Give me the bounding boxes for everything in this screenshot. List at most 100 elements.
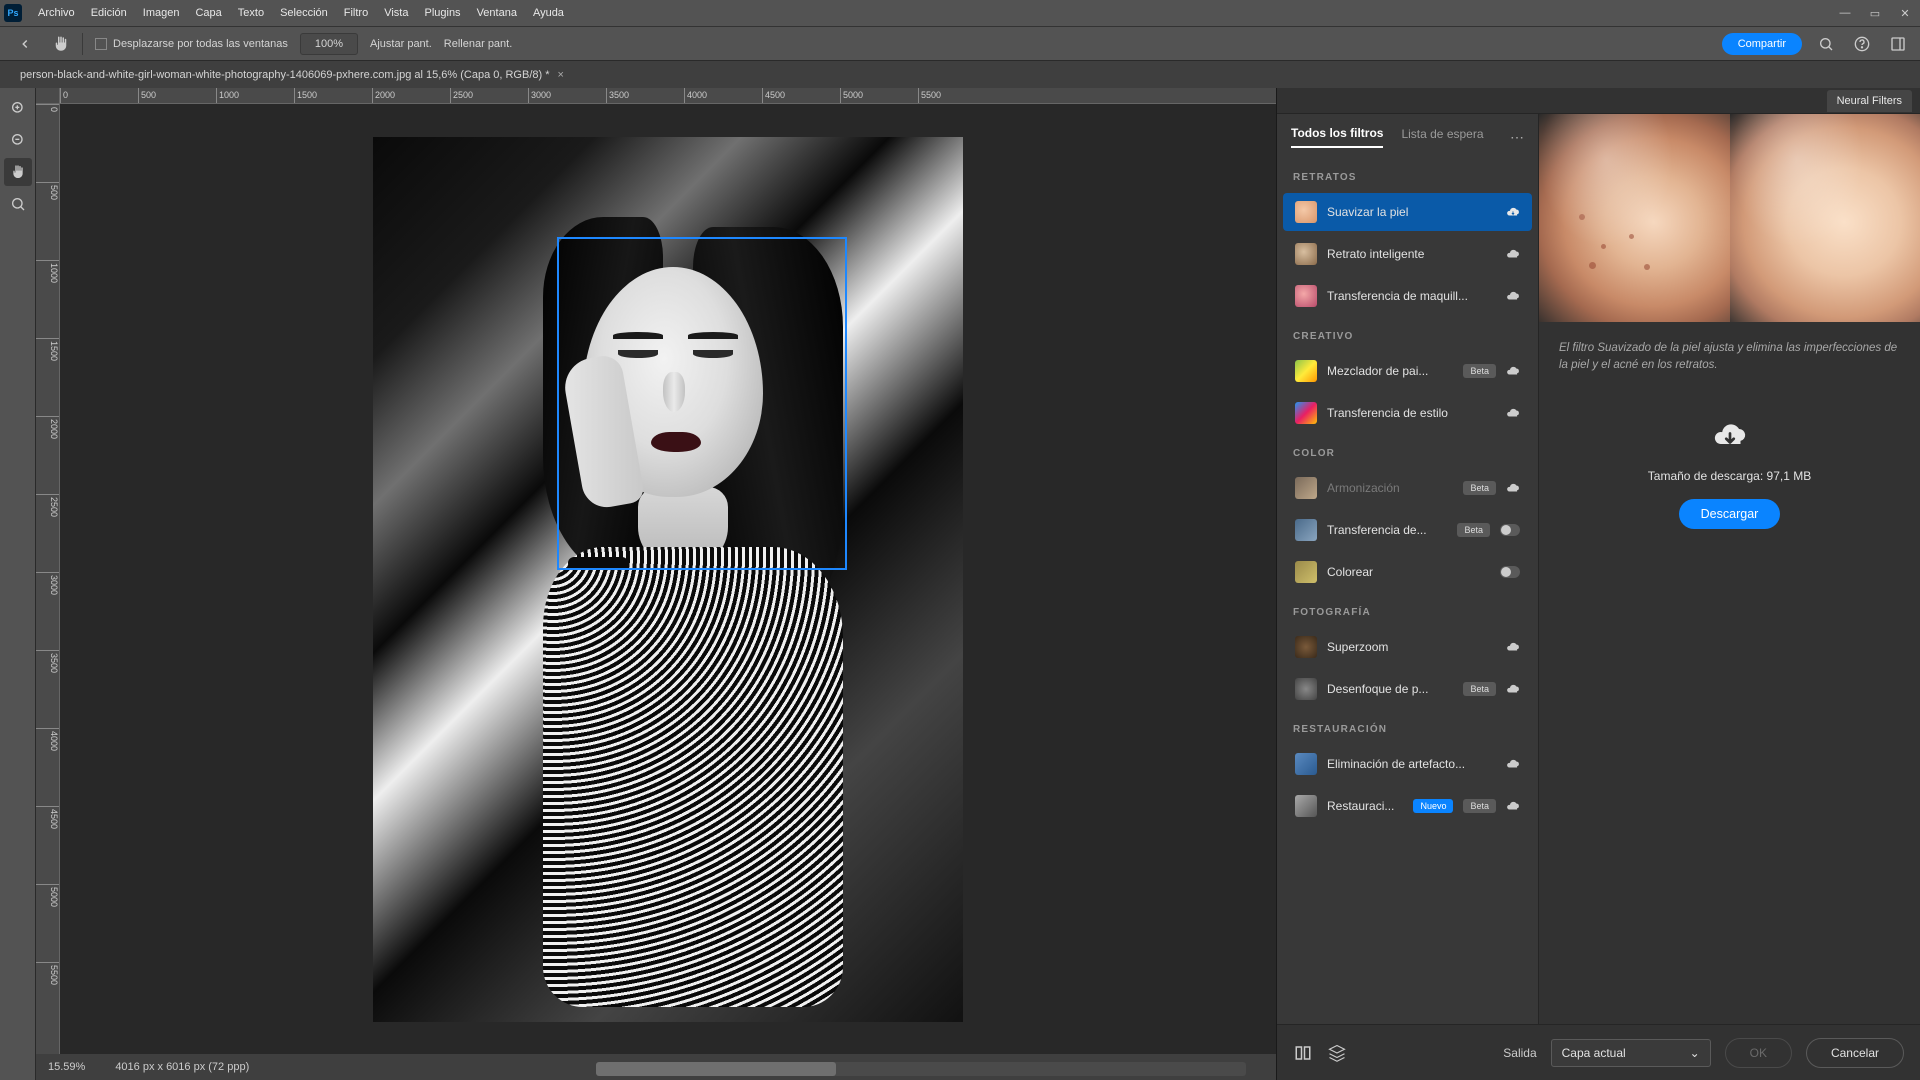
download-size-label: Tamaño de descarga: 97,1 MB [1648, 469, 1811, 483]
search-icon[interactable] [1814, 32, 1838, 56]
app-icon: Ps [4, 4, 22, 22]
output-select[interactable]: Capa actual ⌄ [1551, 1039, 1711, 1067]
menu-imagen[interactable]: Imagen [135, 3, 188, 23]
tab-waitlist[interactable]: Lista de espera [1401, 127, 1483, 147]
filter-transferencia-estilo[interactable]: Transferencia de estilo [1283, 394, 1532, 432]
canvas-area[interactable]: 0500100015002000250030003500400045005000… [36, 88, 1276, 1080]
cloud-download-icon[interactable] [1506, 364, 1520, 378]
horizontal-scrollbar[interactable] [596, 1062, 1246, 1076]
section-creativo: CREATIVO [1277, 317, 1538, 350]
filter-detail-column: El filtro Suavizado de la piel ajusta y … [1539, 114, 1920, 1024]
menu-bar: Ps Archivo Edición Imagen Capa Texto Sel… [0, 0, 1920, 26]
menu-edicion[interactable]: Edición [83, 3, 135, 23]
filter-list-column: Todos los filtros Lista de espera ⋯ RETR… [1277, 114, 1539, 1024]
home-back-button[interactable] [10, 33, 40, 55]
workspace-icon[interactable] [1886, 32, 1910, 56]
status-bar: 15.59% 4016 px x 6016 px (72 ppp) [36, 1054, 1276, 1080]
section-color: COLOR [1277, 434, 1538, 467]
document-tab[interactable]: person-black-and-white-girl-woman-white-… [10, 65, 574, 85]
nuevo-badge: Nuevo [1413, 799, 1453, 813]
filter-desenfoque-profundidad[interactable]: Desenfoque de p... Beta [1283, 670, 1532, 708]
menu-seleccion[interactable]: Selección [272, 3, 336, 23]
preview-before [1539, 114, 1730, 322]
menu-texto[interactable]: Texto [230, 3, 272, 23]
cloud-download-icon[interactable] [1506, 757, 1520, 771]
more-options-icon[interactable]: ⋯ [1510, 129, 1524, 146]
filter-suavizar-piel[interactable]: Suavizar la piel [1283, 193, 1532, 231]
scroll-all-windows-checkbox[interactable]: Desplazarse por todas las ventanas [95, 38, 288, 50]
filter-mezclador-paisajes[interactable]: Mezclador de pai... Beta [1283, 352, 1532, 390]
beta-badge: Beta [1463, 481, 1496, 495]
cloud-download-icon[interactable] [1506, 799, 1520, 813]
zoom-100-button[interactable]: 100% [300, 33, 358, 55]
beta-badge: Beta [1463, 682, 1496, 696]
filter-armonizacion[interactable]: Armonización Beta [1283, 469, 1532, 507]
preview-after [1730, 114, 1920, 322]
beta-badge: Beta [1463, 799, 1496, 813]
zoom-in-tool[interactable] [4, 94, 32, 122]
cloud-download-icon[interactable] [1506, 247, 1520, 261]
menu-filtro[interactable]: Filtro [336, 3, 376, 23]
section-fotografia: FOTOGRAFÍA [1277, 593, 1538, 626]
layers-icon[interactable] [1327, 1043, 1347, 1063]
ruler-corner [36, 88, 60, 104]
download-button[interactable]: Descargar [1679, 499, 1781, 529]
download-cloud-icon [1710, 417, 1750, 453]
chevron-down-icon: ⌄ [1690, 1046, 1700, 1060]
panel-title-tab[interactable]: Neural Filters [1827, 90, 1912, 112]
filter-transferencia-maquillaje[interactable]: Transferencia de maquill... [1283, 277, 1532, 315]
cloud-download-icon[interactable] [1506, 682, 1520, 696]
minimize-button[interactable]: — [1830, 1, 1860, 25]
options-bar: Desplazarse por todas las ventanas 100% … [0, 26, 1920, 60]
fit-screen-button[interactable]: Ajustar pant. [370, 38, 432, 50]
tab-all-filters[interactable]: Todos los filtros [1291, 126, 1383, 148]
filter-description: El filtro Suavizado de la piel ajusta y … [1539, 322, 1920, 383]
hand-tool-icon [52, 35, 70, 53]
menu-plugins[interactable]: Plugins [416, 3, 468, 23]
help-icon[interactable] [1850, 32, 1874, 56]
ok-button[interactable]: OK [1725, 1038, 1792, 1068]
compare-icon[interactable] [1293, 1043, 1313, 1063]
menu-capa[interactable]: Capa [187, 3, 229, 23]
menu-archivo[interactable]: Archivo [30, 3, 83, 23]
zoom-tool[interactable] [4, 190, 32, 218]
document-canvas[interactable] [373, 137, 963, 1022]
filter-toggle[interactable] [1500, 566, 1520, 578]
fill-screen-button[interactable]: Rellenar pant. [444, 38, 513, 50]
filter-eliminacion-artefactos[interactable]: Eliminación de artefacto... [1283, 745, 1532, 783]
menu-vista[interactable]: Vista [376, 3, 416, 23]
cloud-download-icon[interactable] [1506, 406, 1520, 420]
zoom-level[interactable]: 15.59% [48, 1061, 85, 1073]
filter-superzoom[interactable]: Superzoom [1283, 628, 1532, 666]
filter-restauracion-foto[interactable]: Restauraci... Nuevo Beta [1283, 787, 1532, 825]
filter-colorear[interactable]: Colorear [1283, 553, 1532, 591]
section-retratos: RETRATOS [1277, 158, 1538, 191]
menu-ayuda[interactable]: Ayuda [525, 3, 572, 23]
maximize-button[interactable]: ▭ [1860, 1, 1890, 25]
output-label: Salida [1503, 1046, 1536, 1060]
vertical-ruler: 0500100015002000250030003500400045005000… [36, 104, 60, 1054]
cloud-download-icon[interactable] [1506, 289, 1520, 303]
cloud-download-icon[interactable] [1506, 205, 1520, 219]
filter-toggle[interactable] [1500, 524, 1520, 536]
scroll-all-label: Desplazarse por todas las ventanas [113, 38, 288, 50]
filter-thumbnail [1295, 201, 1317, 223]
horizontal-ruler: 0500100015002000250030003500400045005000… [60, 88, 1276, 104]
cloud-download-icon[interactable] [1506, 481, 1520, 495]
beta-badge: Beta [1463, 364, 1496, 378]
menu-ventana[interactable]: Ventana [469, 3, 525, 23]
close-button[interactable]: ✕ [1890, 1, 1920, 25]
before-after-preview [1539, 114, 1920, 322]
share-button[interactable]: Compartir [1722, 33, 1802, 55]
document-info: 4016 px x 6016 px (72 ppp) [115, 1061, 249, 1073]
filter-transferencia-color[interactable]: Transferencia de... Beta [1283, 511, 1532, 549]
cancel-button[interactable]: Cancelar [1806, 1038, 1904, 1068]
filter-retrato-inteligente[interactable]: Retrato inteligente [1283, 235, 1532, 273]
beta-badge: Beta [1457, 523, 1490, 537]
cloud-download-icon[interactable] [1506, 640, 1520, 654]
panel-footer: Salida Capa actual ⌄ OK Cancelar [1277, 1024, 1920, 1080]
hand-tool[interactable] [4, 158, 32, 186]
tab-close-icon[interactable]: × [558, 69, 564, 81]
zoom-out-tool[interactable] [4, 126, 32, 154]
tool-strip [0, 88, 36, 1080]
